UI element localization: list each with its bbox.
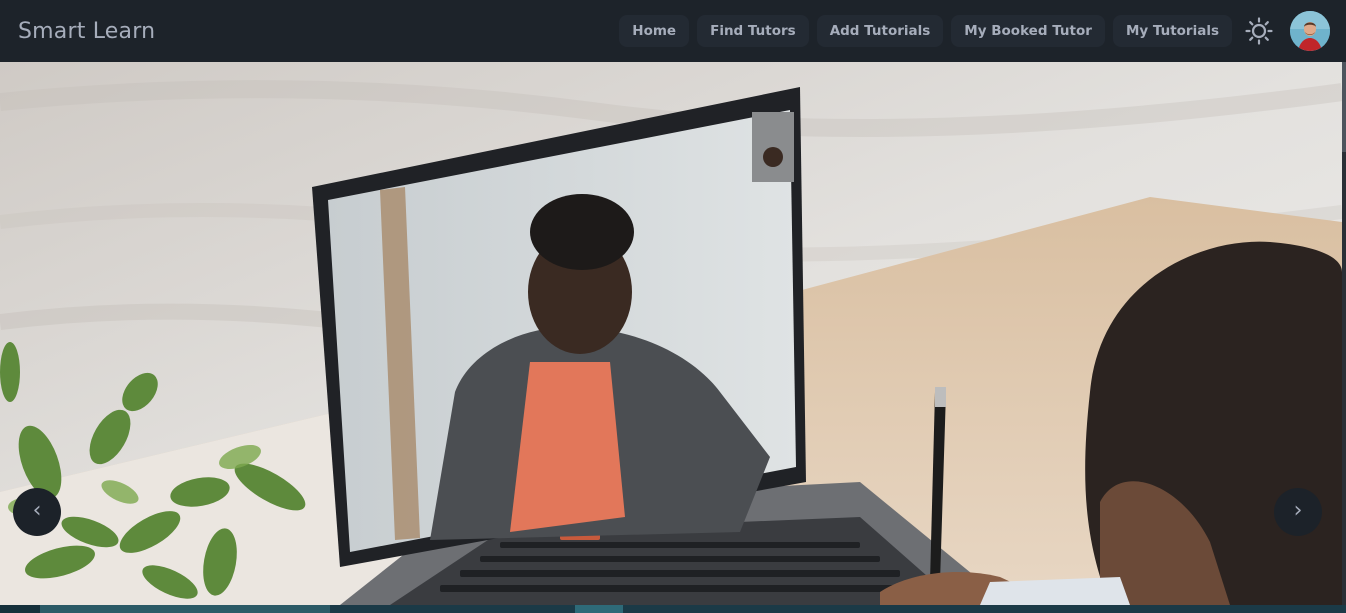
user-avatar-icon xyxy=(1290,11,1330,51)
scrollbar-thumb[interactable] xyxy=(1342,62,1346,152)
nav-link-home[interactable]: Home xyxy=(619,15,690,47)
brand-logo[interactable]: Smart Learn xyxy=(18,19,155,44)
carousel-prev-button[interactable]: ‹ xyxy=(13,488,61,536)
user-avatar[interactable] xyxy=(1290,11,1330,51)
nav-link-my-booked-tutor[interactable]: My Booked Tutor xyxy=(951,15,1105,47)
carousel-next-button[interactable]: › xyxy=(1274,488,1322,536)
os-taskbar-strip xyxy=(0,605,1346,613)
hero-carousel-slide xyxy=(0,62,1342,605)
taskbar-segment xyxy=(575,605,623,613)
nav-links: Home Find Tutors Add Tutorials My Booked… xyxy=(619,15,1232,47)
theme-toggle-button[interactable] xyxy=(1244,16,1274,46)
page-scrollbar[interactable] xyxy=(1342,62,1346,605)
nav-link-my-tutorials[interactable]: My Tutorials xyxy=(1112,15,1232,47)
sun-icon xyxy=(1245,17,1273,45)
navbar: Smart Learn Home Find Tutors Add Tutoria… xyxy=(0,0,1346,62)
online-tutoring-photo xyxy=(0,62,1342,605)
nav-link-find-tutors[interactable]: Find Tutors xyxy=(697,15,809,47)
nav-link-add-tutorials[interactable]: Add Tutorials xyxy=(816,15,944,47)
taskbar-segment xyxy=(0,605,40,613)
taskbar-segment xyxy=(40,605,330,613)
